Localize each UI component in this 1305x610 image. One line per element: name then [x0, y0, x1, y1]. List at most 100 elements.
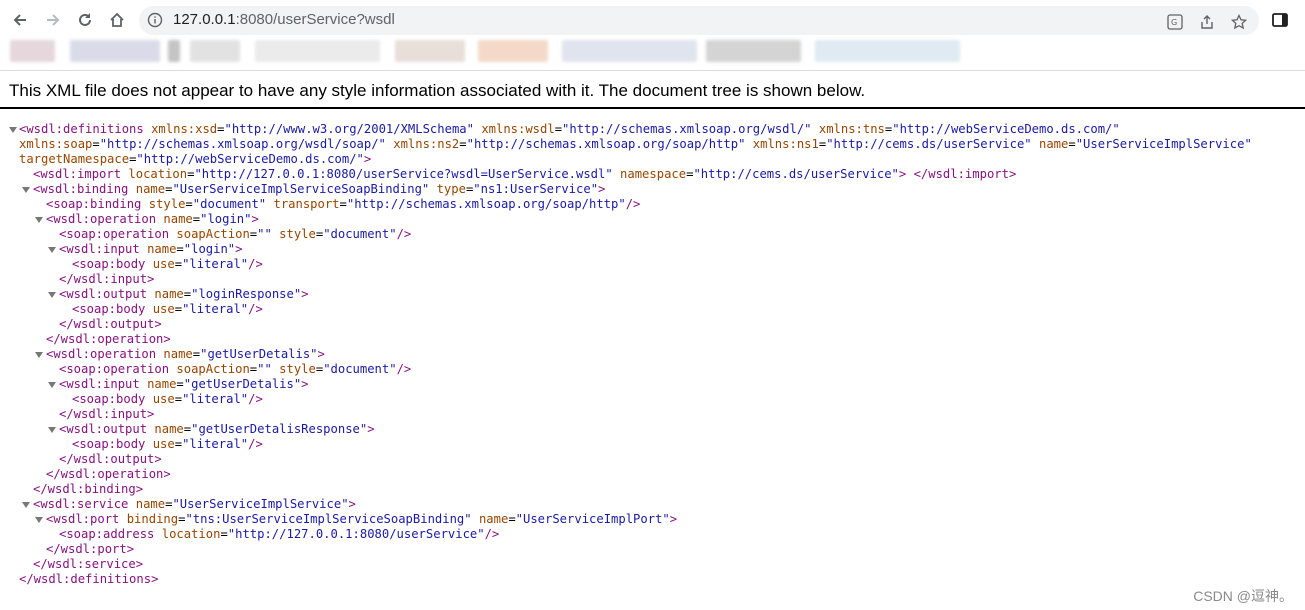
xml-tag: >: [317, 347, 325, 361]
xml-attr-name: use: [152, 392, 175, 406]
bookmark-item[interactable]: [190, 40, 240, 62]
xml-line: xmlns:soap="http://schemas.xmlsoap.org/w…: [19, 137, 1252, 151]
xml-line: </wsdl:operation>: [46, 467, 171, 482]
collapse-toggle-icon[interactable]: [9, 127, 17, 133]
collapse-toggle-icon[interactable]: [35, 352, 43, 358]
xml-attr-name: name: [1038, 137, 1069, 151]
collapse-toggle-icon[interactable]: [35, 217, 43, 223]
translate-icon[interactable]: G: [1167, 14, 1183, 30]
url-path: :8080/userService?wsdl: [235, 11, 395, 28]
collapse-toggle-icon[interactable]: [48, 292, 56, 298]
xml-attr-value: "http://webServiceDemo.ds.com/": [892, 122, 1120, 136]
xml-attr-value: "http://www.w3.org/2001/XMLSchema": [224, 122, 474, 136]
xml-tag: />: [248, 302, 263, 316]
collapse-toggle-icon[interactable]: [48, 427, 56, 433]
bookmark-item[interactable]: [10, 40, 55, 62]
side-panel-button[interactable]: [1267, 7, 1293, 33]
xml-attr-name: xmlns:xsd: [151, 122, 218, 136]
xml-line: <soap:operation soapAction="" style="doc…: [59, 227, 412, 241]
xml-attr-value: "http://schemas.xmlsoap.org/soap/http": [466, 137, 746, 151]
xml-line: <wsdl:binding name="UserServiceImplServi…: [33, 182, 606, 196]
xml-attr-value: "getUserDetalis": [183, 377, 302, 391]
xml-attr-name: type: [436, 182, 466, 196]
xml-tag: </wsdl:operation>: [46, 332, 171, 346]
collapse-toggle-icon[interactable]: [48, 247, 56, 253]
xml-attr-name: targetNamespace: [19, 152, 130, 166]
xml-attr-value: "literal": [182, 392, 249, 406]
xml-line: <soap:body use="literal"/>: [72, 437, 263, 451]
xml-attr-value: "UserServiceImplServiceSoapBinding": [172, 182, 430, 196]
xml-attr-value: "": [257, 227, 272, 241]
xml-attr-value: "getUserDetalisResponse": [191, 422, 368, 436]
home-icon: [110, 12, 124, 27]
site-info-icon[interactable]: [147, 12, 163, 28]
bookmark-item[interactable]: [815, 40, 960, 62]
bookmarks-bar: [0, 40, 1305, 71]
xml-attr-name: transport: [273, 197, 340, 211]
xml-tag: >: [363, 152, 372, 166]
collapse-toggle-icon[interactable]: [22, 187, 30, 193]
xml-line: </wsdl:output>: [59, 317, 162, 332]
xml-line: </wsdl:input>: [59, 407, 154, 422]
xml-tag: >: [367, 422, 375, 436]
collapse-toggle-icon[interactable]: [35, 517, 43, 523]
back-button[interactable]: [7, 7, 33, 33]
collapse-toggle-icon[interactable]: [22, 502, 30, 508]
bookmark-item[interactable]: [395, 40, 465, 62]
xml-tag: <wsdl:import: [33, 167, 122, 181]
xml-line: <wsdl:input name="login">: [59, 242, 243, 256]
browser-toolbar: 127.0.0.1:8080/userService?wsdl G: [0, 0, 1305, 40]
xml-attr-name: binding: [126, 512, 179, 526]
xml-attr-name: style: [279, 227, 316, 241]
bookmark-item[interactable]: [168, 40, 180, 62]
xml-attr-value: "login": [183, 242, 236, 256]
xml-attr-name: xmlns:tns: [818, 122, 885, 136]
bookmark-item[interactable]: [706, 40, 801, 62]
reload-button[interactable]: [72, 7, 98, 33]
home-button[interactable]: [104, 7, 130, 33]
xml-attr-name: xmlns:soap: [19, 137, 93, 151]
bookmark-item[interactable]: [70, 40, 160, 62]
xml-attr-name: soapAction: [176, 227, 250, 241]
address-bar[interactable]: 127.0.0.1:8080/userService?wsdl G: [139, 6, 1259, 35]
xml-tag: />: [248, 437, 263, 451]
xml-tag: <soap:operation: [59, 362, 170, 376]
star-icon[interactable]: [1231, 14, 1247, 30]
forward-button[interactable]: [40, 7, 66, 33]
xml-line: <wsdl:operation name="getUserDetalis">: [46, 347, 325, 361]
xml-tag: <wsdl:definitions: [19, 122, 144, 136]
xml-attr-name: name: [135, 497, 166, 511]
xml-tag: <soap:binding: [46, 197, 142, 211]
xml-attr-name: name: [154, 287, 184, 301]
xml-attr-name: location: [161, 527, 221, 541]
collapse-toggle-icon[interactable]: [48, 382, 56, 388]
bookmark-item[interactable]: [255, 40, 380, 62]
xml-tag: <wsdl:port: [46, 512, 120, 526]
xml-line: <wsdl:output name="getUserDetalisRespons…: [59, 422, 375, 436]
xml-tag: >: [301, 377, 309, 391]
xml-attr-value: "getUserDetalis": [200, 347, 318, 361]
xml-attr-value: "document": [192, 197, 267, 211]
xml-attr-name: use: [152, 437, 175, 451]
xml-line: </wsdl:definitions>: [19, 572, 158, 587]
xml-tag: >: [235, 242, 243, 256]
share-icon[interactable]: [1199, 14, 1215, 30]
xml-tag: </wsdl:port>: [46, 542, 135, 556]
xml-attr-value: "http://schemas.xmlsoap.org/wsdl/": [562, 122, 812, 136]
xml-attr-name: xmlns:ns2: [393, 137, 460, 151]
xml-tag: />: [248, 257, 263, 271]
bookmark-item[interactable]: [478, 40, 548, 62]
xml-line: </wsdl:input>: [59, 272, 154, 287]
bookmark-item[interactable]: [562, 40, 697, 62]
xml-attr-name: style: [279, 362, 316, 376]
xml-attr-value: "literal": [182, 302, 249, 316]
side-panel-icon: [1272, 13, 1288, 27]
xml-attr-value: "document": [323, 227, 397, 241]
xml-tag: <soap:body: [72, 302, 146, 316]
xml-tag: <soap:operation: [59, 227, 170, 241]
xml-line: </wsdl:port>: [46, 542, 134, 557]
url-text[interactable]: 127.0.0.1:8080/userService?wsdl: [173, 11, 395, 28]
xml-tag: </wsdl:input>: [59, 407, 155, 421]
back-arrow-icon: [13, 14, 26, 26]
xml-attr-value: "http://schemas.xmlsoap.org/soap/http": [346, 197, 626, 211]
